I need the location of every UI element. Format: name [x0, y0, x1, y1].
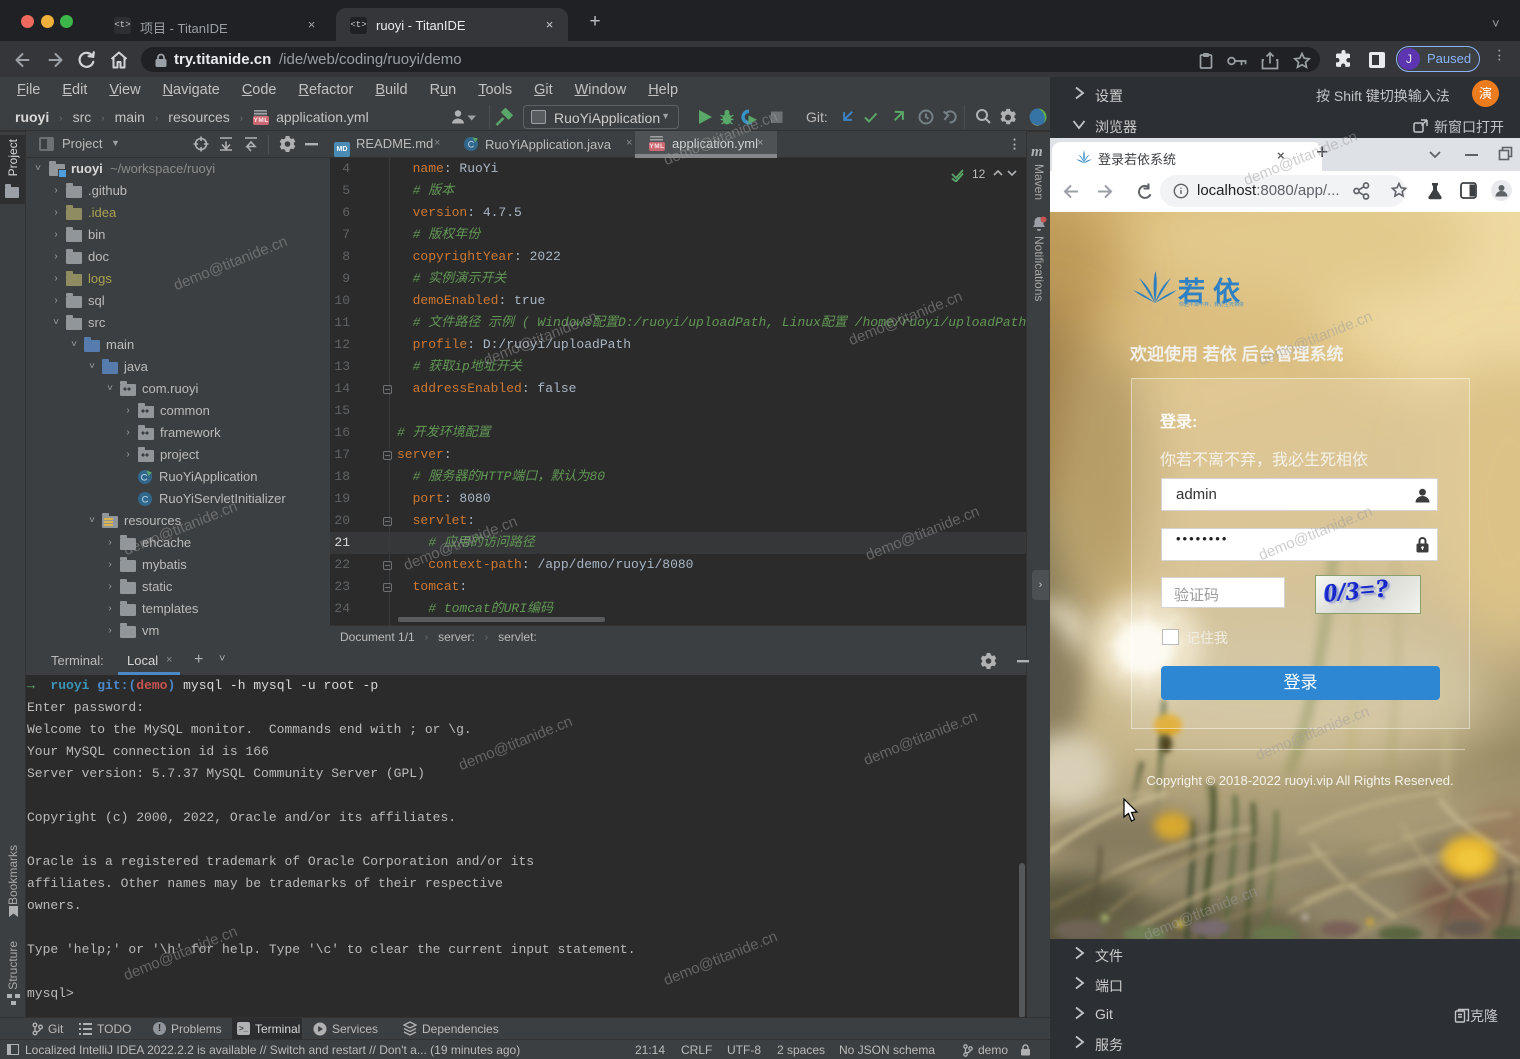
svg-text:C: C — [468, 140, 475, 150]
svg-text:C: C — [142, 495, 149, 506]
svg-text:C: C — [141, 473, 148, 484]
svg-text:12: 12 — [972, 167, 986, 181]
